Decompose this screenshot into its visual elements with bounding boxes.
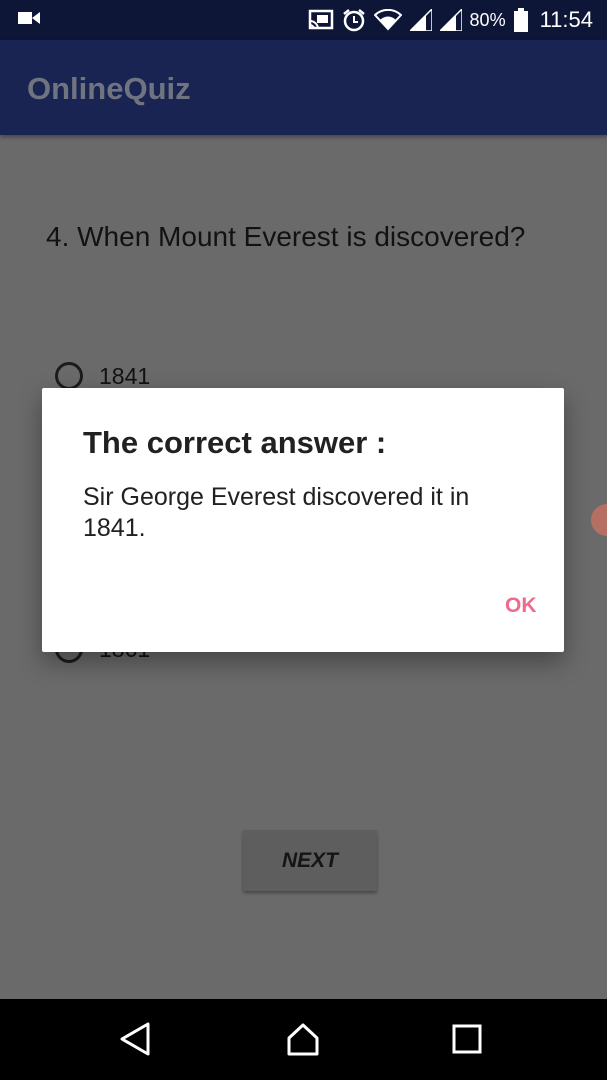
status-bar: 80% 11:54 xyxy=(0,0,607,40)
radio-button[interactable] xyxy=(55,362,83,390)
cast-icon xyxy=(308,9,334,31)
clock: 11:54 xyxy=(539,7,593,32)
wifi-icon xyxy=(373,9,402,31)
video-camera-icon xyxy=(18,10,40,26)
alarm-icon xyxy=(342,8,366,32)
app-bar: OnlineQuiz xyxy=(0,40,607,135)
option-label: 1841 xyxy=(99,362,151,389)
side-indicator-dot xyxy=(591,504,607,536)
home-icon[interactable] xyxy=(285,1021,321,1062)
app-title: OnlineQuiz xyxy=(27,71,191,106)
signal-icon xyxy=(409,9,432,31)
signal-icon xyxy=(439,9,462,31)
question-text: 4. When Mount Everest is discovered? xyxy=(46,221,526,252)
navigation-bar xyxy=(0,999,607,1080)
ok-button[interactable]: OK xyxy=(497,590,545,622)
back-icon[interactable] xyxy=(118,1021,152,1062)
dialog-title: The correct answer : xyxy=(83,425,387,460)
recents-icon[interactable] xyxy=(452,1021,482,1062)
next-button[interactable]: NEXT xyxy=(243,830,377,891)
answer-dialog: The correct answer : Sir George Everest … xyxy=(42,388,564,652)
battery-percent: 80% xyxy=(469,9,506,30)
battery-icon xyxy=(513,8,528,32)
option-1841[interactable]: 1841 xyxy=(55,362,150,390)
dialog-message: Sir George Everest discovered it in 1841… xyxy=(83,483,470,542)
